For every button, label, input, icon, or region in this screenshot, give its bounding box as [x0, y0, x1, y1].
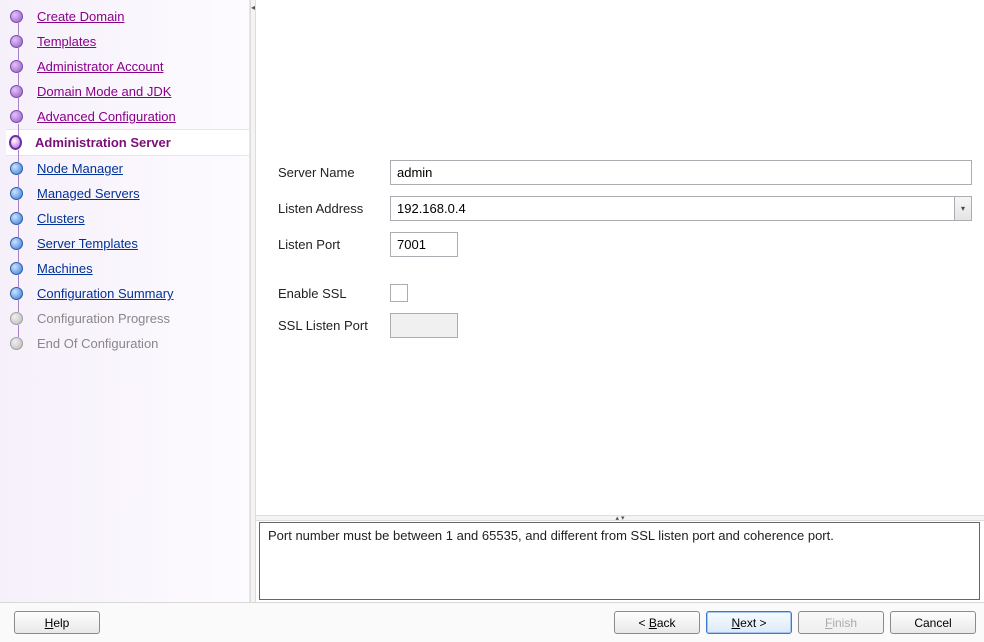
- back-mnemonic: B: [649, 616, 657, 630]
- cancel-label: Cancel: [914, 616, 951, 630]
- button-bar: Help < Back Next > Finish Cancel: [0, 602, 984, 642]
- step-dot-icon: [10, 237, 23, 250]
- step-label: Templates: [37, 34, 96, 49]
- enable-ssl-checkbox[interactable]: [390, 284, 408, 302]
- step-dot-icon: [10, 262, 23, 275]
- chevron-down-icon[interactable]: ▾: [955, 196, 972, 221]
- help-rest: elp: [53, 616, 69, 630]
- step-label: Managed Servers: [37, 186, 140, 201]
- status-message-text: Port number must be between 1 and 65535,…: [268, 528, 834, 543]
- step-label: Configuration Progress: [37, 311, 170, 326]
- enable-ssl-label: Enable SSL: [278, 286, 390, 301]
- step-label: Node Manager: [37, 161, 123, 176]
- splitter-arrow-up-icon: ▴ ▾: [616, 514, 625, 522]
- wizard-step-configuration-progress: Configuration Progress: [6, 306, 249, 331]
- wizard-step-templates[interactable]: Templates: [6, 29, 249, 54]
- step-dot-icon: [10, 85, 23, 98]
- step-label: Administrator Account: [37, 59, 163, 74]
- cancel-button[interactable]: Cancel: [890, 611, 976, 634]
- step-dot-icon: [10, 162, 23, 175]
- wizard-step-managed-servers[interactable]: Managed Servers: [6, 181, 249, 206]
- wizard-step-domain-mode-and-jdk[interactable]: Domain Mode and JDK: [6, 79, 249, 104]
- wizard-step-server-templates[interactable]: Server Templates: [6, 231, 249, 256]
- step-label: Advanced Configuration: [37, 109, 176, 124]
- server-name-label: Server Name: [278, 165, 390, 180]
- step-dot-icon: [10, 60, 23, 73]
- next-mnemonic: N: [731, 616, 740, 630]
- step-dot-icon: [10, 35, 23, 48]
- listen-port-input[interactable]: [390, 232, 458, 257]
- step-dot-icon: [10, 337, 23, 350]
- step-dot-icon: [10, 10, 23, 23]
- back-button[interactable]: < Back: [614, 611, 700, 634]
- finish-rest: inish: [832, 616, 857, 630]
- help-button[interactable]: Help: [14, 611, 100, 634]
- status-message-panel: Port number must be between 1 and 65535,…: [259, 522, 980, 600]
- step-label: Create Domain: [37, 9, 124, 24]
- step-dot-icon: [10, 312, 23, 325]
- step-label: Configuration Summary: [37, 286, 174, 301]
- next-rest: ext: [740, 616, 756, 630]
- form-panel: Server Name Listen Address ▾ Listen Port…: [256, 0, 984, 515]
- wizard-step-administration-server[interactable]: Administration Server: [6, 129, 249, 156]
- wizard-step-clusters[interactable]: Clusters: [6, 206, 249, 231]
- wizard-step-advanced-configuration[interactable]: Advanced Configuration: [6, 104, 249, 129]
- step-dot-icon: [10, 187, 23, 200]
- step-dot-icon: [10, 212, 23, 225]
- wizard-step-end-of-configuration: End Of Configuration: [6, 331, 249, 356]
- wizard-step-configuration-summary[interactable]: Configuration Summary: [6, 281, 249, 306]
- step-label: Administration Server: [35, 135, 171, 150]
- wizard-sidebar: Create Domain Templates Administrator Acco…: [0, 0, 250, 602]
- next-button[interactable]: Next >: [706, 611, 792, 634]
- listen-address-label: Listen Address: [278, 201, 390, 216]
- wizard-step-machines[interactable]: Machines: [6, 256, 249, 281]
- finish-button: Finish: [798, 611, 884, 634]
- splitter-arrow-left-icon: ◂: [251, 3, 255, 12]
- step-label: Clusters: [37, 211, 85, 226]
- step-dot-icon: [9, 135, 22, 150]
- wizard-step-create-domain[interactable]: Create Domain: [6, 4, 249, 29]
- ssl-listen-port-label: SSL Listen Port: [278, 318, 390, 333]
- wizard-step-node-manager[interactable]: Node Manager: [6, 156, 249, 181]
- step-label: End Of Configuration: [37, 336, 158, 351]
- wizard-step-administrator-account[interactable]: Administrator Account: [6, 54, 249, 79]
- back-rest: ack: [657, 616, 676, 630]
- step-dot-icon: [10, 287, 23, 300]
- horizontal-splitter[interactable]: ▴ ▾: [256, 515, 984, 521]
- ssl-listen-port-input: [390, 313, 458, 338]
- step-label: Domain Mode and JDK: [37, 84, 171, 99]
- step-label: Server Templates: [37, 236, 138, 251]
- server-name-input[interactable]: [390, 160, 972, 185]
- listen-port-label: Listen Port: [278, 237, 390, 252]
- step-label: Machines: [37, 261, 93, 276]
- listen-address-combo[interactable]: ▾: [390, 196, 972, 221]
- listen-address-input[interactable]: [390, 196, 955, 221]
- step-dot-icon: [10, 110, 23, 123]
